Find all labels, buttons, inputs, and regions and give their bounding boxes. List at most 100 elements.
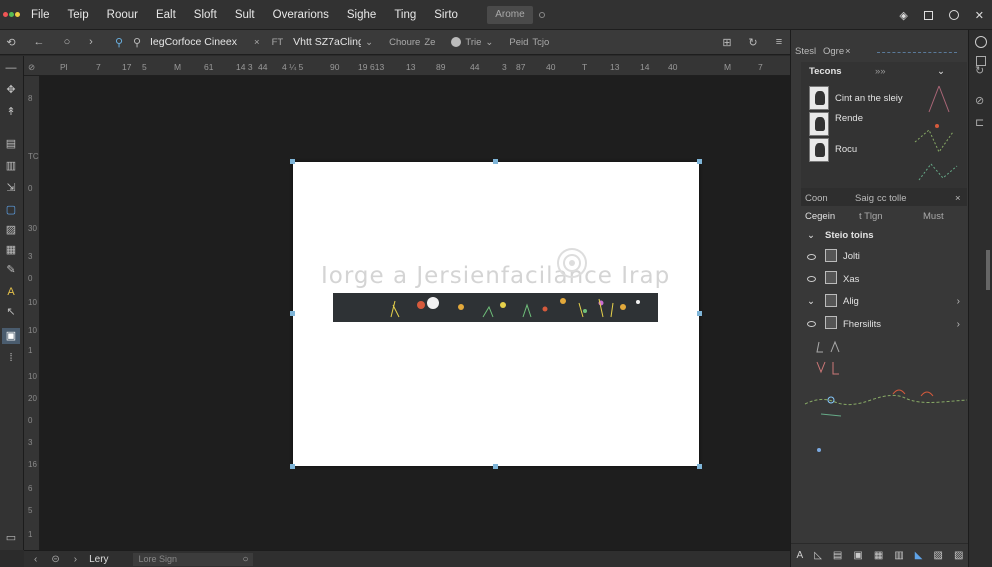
edit-tool-icon[interactable]: ✎ — [2, 262, 20, 278]
color-swatch-icon[interactable] — [451, 37, 462, 47]
props-section-label[interactable]: Cegein — [805, 211, 835, 222]
layer-name[interactable]: Rende — [835, 113, 863, 124]
nav-back-icon[interactable]: ‹ — [34, 554, 37, 565]
layer-thumbnail[interactable] — [809, 138, 829, 162]
menu-sirto[interactable]: Sirto — [425, 0, 467, 30]
layers-collapse-icon[interactable]: ⌄ — [937, 66, 945, 77]
vertical-ruler[interactable]: 8 TC 0 30 3 0 10 10 1 10 20 0 3 16 6 5 1 — [24, 76, 40, 550]
ellipse-icon[interactable]: ○ — [60, 36, 74, 48]
search-icon[interactable]: ⚲ — [130, 36, 144, 49]
back-icon[interactable]: ← — [32, 36, 46, 48]
selection-handle[interactable] — [697, 464, 702, 469]
app-logo[interactable] — [0, 0, 22, 30]
layer-name[interactable]: Rocu — [835, 144, 857, 155]
collapse-tools-icon[interactable]: — — [2, 60, 20, 76]
option3-value[interactable]: Tcjo — [532, 37, 549, 48]
props-tab-coon[interactable]: Coon — [805, 193, 828, 204]
frame-tool-icon[interactable]: ▤ — [2, 136, 20, 152]
style-item[interactable]: Jolti — [843, 251, 860, 262]
fill-icon[interactable]: ▧ — [934, 550, 943, 561]
search-input[interactable]: IegCorfoce Cineex — [150, 36, 250, 48]
style-item[interactable]: Xas — [843, 274, 859, 285]
link-icon[interactable]: ▨ — [954, 550, 963, 561]
banner-image[interactable] — [333, 293, 658, 322]
selection-handle[interactable] — [493, 464, 498, 469]
align-icon[interactable] — [825, 294, 837, 307]
image-icon[interactable] — [825, 249, 837, 262]
selection-handle[interactable] — [290, 464, 295, 469]
forward-icon[interactable]: › — [84, 36, 98, 48]
image-tool-icon[interactable]: ▣ — [2, 328, 20, 344]
canvas-workspace[interactable]: Iorge a Jersienfacilance Irapl — [40, 76, 790, 550]
refresh-icon[interactable]: ↻ — [746, 36, 760, 49]
style-item[interactable]: Fhersilits — [843, 319, 881, 330]
crop-icon[interactable]: ⊏ — [975, 116, 984, 129]
menu-roour[interactable]: Roour — [98, 0, 147, 30]
menu-help[interactable]: Teip — [59, 0, 98, 30]
panel-tab-ogre[interactable]: Ogre — [823, 46, 844, 57]
adjust-icon[interactable]: ⊘ — [975, 94, 984, 107]
option1-value[interactable]: Ze — [424, 37, 435, 48]
scroll-tool-icon[interactable]: ⁞ — [2, 350, 20, 366]
chevron-right-icon[interactable]: › — [957, 296, 960, 307]
brush-icon[interactable]: ◣ — [915, 550, 923, 561]
styles-title[interactable]: Steio toins — [825, 230, 874, 241]
workspace-switcher[interactable]: Arome — [486, 5, 533, 24]
selection-handle[interactable] — [493, 159, 498, 164]
clear-search-button[interactable]: × — [254, 37, 260, 48]
layers-link-icon[interactable]: ⚲ — [112, 36, 126, 49]
selection-handle[interactable] — [290, 159, 295, 164]
layers-icon[interactable]: ▤ — [833, 550, 842, 561]
visibility-eye-icon[interactable] — [807, 276, 816, 282]
chevron-right-icon[interactable]: › — [957, 319, 960, 330]
restore-icon[interactable] — [923, 10, 933, 20]
text-tool-icon[interactable]: A — [2, 284, 20, 300]
layers-tab[interactable]: Tecons — [809, 66, 842, 77]
visibility-eye-icon[interactable] — [807, 254, 816, 260]
list-icon[interactable]: ≡ — [772, 36, 786, 48]
more-tools-icon[interactable]: ▭ — [2, 530, 20, 546]
menu-ting[interactable]: Ting — [385, 0, 425, 30]
font-name-field[interactable]: Vhtt SZ7aCling — [293, 36, 361, 48]
close-icon[interactable]: ✕ — [975, 9, 984, 22]
menu-file[interactable]: File — [22, 0, 59, 30]
panel-close-button[interactable]: × — [845, 46, 851, 57]
zoom-icon[interactable]: ⊝ — [51, 554, 59, 565]
direct-select-icon[interactable]: ↖ — [2, 304, 20, 320]
artboard-headline[interactable]: Iorge a Jersienfacilance Irapl — [321, 263, 671, 289]
layer-thumbnail[interactable] — [809, 86, 829, 110]
selection-handle[interactable] — [697, 159, 702, 164]
info-icon[interactable] — [975, 36, 987, 48]
props-mode-label[interactable]: Must — [923, 211, 944, 222]
shape-icon[interactable]: ◺ — [814, 550, 822, 561]
page-tool-icon[interactable]: ▨ — [2, 222, 20, 238]
figure-icon[interactable] — [825, 271, 837, 284]
menu-edit[interactable]: Ealt — [147, 0, 185, 30]
layer-thumbnail[interactable] — [809, 112, 829, 136]
menu-select[interactable]: Sloft — [185, 0, 226, 30]
menu-operations[interactable]: Overarions — [264, 0, 338, 30]
stack-icon[interactable]: ▥ — [894, 550, 903, 561]
panel-tab-styles[interactable]: Stesl — [795, 46, 816, 57]
image-icon[interactable]: ▣ — [853, 550, 862, 561]
brush-icon[interactable] — [825, 316, 837, 329]
chevron-down-icon[interactable]: ⌄ — [807, 296, 815, 307]
status-field[interactable]: Lore Sign — [132, 552, 253, 566]
grid-icon[interactable]: ▦ — [874, 550, 883, 561]
move-tool-icon[interactable]: ✥ — [2, 82, 20, 98]
transform-tool-icon[interactable]: ⇲ — [2, 180, 20, 196]
refresh-panel-icon[interactable]: ↻ — [975, 64, 984, 77]
horizontal-ruler[interactable]: ⊘ Pl 7 17 5 M 61 14 3 44 4 ¼ 5 90 19 613… — [24, 56, 790, 76]
props-close-icon[interactable]: × — [955, 193, 961, 204]
page-nav-icon[interactable]: › — [74, 554, 77, 565]
grid-icon[interactable]: ⊞ — [720, 36, 734, 49]
props-align-label[interactable]: t Tlgn — [859, 211, 883, 222]
menu-sighe[interactable]: Sighe — [338, 0, 385, 30]
maximize-icon[interactable] — [948, 10, 959, 20]
menu-sult[interactable]: Sult — [226, 0, 264, 30]
option2-label[interactable]: Trie — [465, 37, 481, 48]
selection-handle[interactable] — [697, 311, 702, 316]
rectangle-tool-icon[interactable]: ▢ — [2, 202, 20, 218]
text-icon[interactable]: A — [797, 550, 804, 561]
font-dropdown-chevron[interactable]: ⌄ — [365, 37, 373, 48]
